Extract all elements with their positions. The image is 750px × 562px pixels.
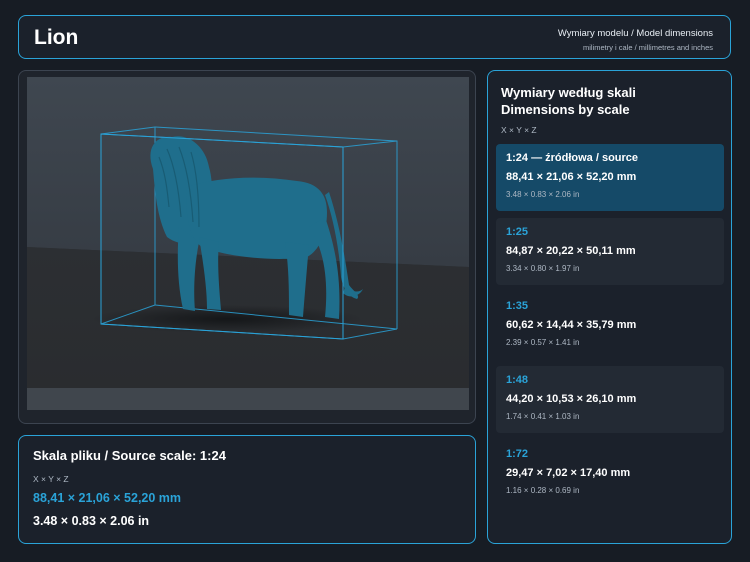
scale-item-1-48[interactable]: 1:48 44,20 × 10,53 × 26,10 mm 1.74 × 0.4… [496, 366, 724, 433]
scales-title-en: Dimensions by scale [501, 102, 630, 117]
model-shadow [92, 305, 362, 333]
model-viewport[interactable] [18, 70, 476, 424]
scale-list: 1:24 — źródłowa / source 88,41 × 21,06 ×… [496, 144, 724, 514]
scale-dimensions-in: 3.34 × 0.80 × 1.97 in [506, 264, 580, 273]
scale-dimensions-in: 2.39 × 0.57 × 1.41 in [506, 338, 580, 347]
scale-item-1-35[interactable]: 1:35 60,62 × 14,44 × 35,79 mm 2.39 × 0.5… [496, 292, 724, 359]
scale-dimensions-mm: 29,47 × 7,02 × 17,40 mm [506, 467, 631, 479]
scale-item-1-24[interactable]: 1:24 — źródłowa / source 88,41 × 21,06 ×… [496, 144, 724, 211]
scale-dimensions-in: 3.48 × 0.83 × 2.06 in [506, 190, 580, 199]
units-note: milimetry i cale / millimetres and inche… [582, 43, 713, 52]
scale-dimensions-mm: 88,41 × 21,06 × 52,20 mm [506, 171, 637, 183]
scale-label: 1:24 — źródłowa / source [506, 152, 639, 164]
viewport-scene[interactable] [27, 77, 469, 410]
source-axes-label: X × Y × Z [33, 474, 69, 484]
scale-dimensions-in: 1.16 × 0.28 × 0.69 in [506, 486, 580, 495]
scale-dimensions-in: 1.74 × 0.41 × 1.03 in [506, 412, 580, 421]
scales-axes-label: X × Y × Z [501, 125, 537, 135]
header-subtitle: Wymiary modelu / Model dimensions [557, 28, 713, 39]
scale-label: 1:35 [506, 300, 529, 312]
header-bar: Lion Wymiary modelu / Model dimensions m… [18, 15, 731, 59]
scale-item-1-25[interactable]: 1:25 84,87 × 20,22 × 50,11 mm 3.34 × 0.8… [496, 218, 724, 285]
dimensions-by-scale-panel: Wymiary według skali Dimensions by scale… [487, 70, 732, 544]
scale-label: 1:25 [506, 226, 529, 238]
source-scale-card: Skala pliku / Source scale: 1:24 X × Y ×… [18, 435, 476, 544]
scale-dimensions-mm: 60,62 × 14,44 × 35,79 mm [506, 319, 637, 331]
source-dimensions-in: 3.48 × 0.83 × 2.06 in [33, 514, 150, 528]
scales-title-pl: Wymiary według skali [501, 85, 636, 100]
scale-item-1-72[interactable]: 1:72 29,47 × 7,02 × 17,40 mm 1.16 × 0.28… [496, 440, 724, 507]
scale-dimensions-mm: 84,87 × 20,22 × 50,11 mm [506, 245, 636, 257]
scene-render [27, 77, 469, 410]
scales-panel-title: Wymiary według skali Dimensions by scale [501, 84, 636, 118]
source-scale-title: Skala pliku / Source scale: 1:24 [33, 448, 226, 463]
viewport-bottom-strip [27, 388, 469, 410]
source-dimensions-mm: 88,41 × 21,06 × 52,20 mm [33, 491, 182, 505]
scale-dimensions-mm: 44,20 × 10,53 × 26,10 mm [506, 393, 637, 405]
model-title: Lion [34, 26, 79, 49]
scale-label: 1:72 [506, 448, 529, 460]
scale-label: 1:48 [506, 374, 529, 386]
